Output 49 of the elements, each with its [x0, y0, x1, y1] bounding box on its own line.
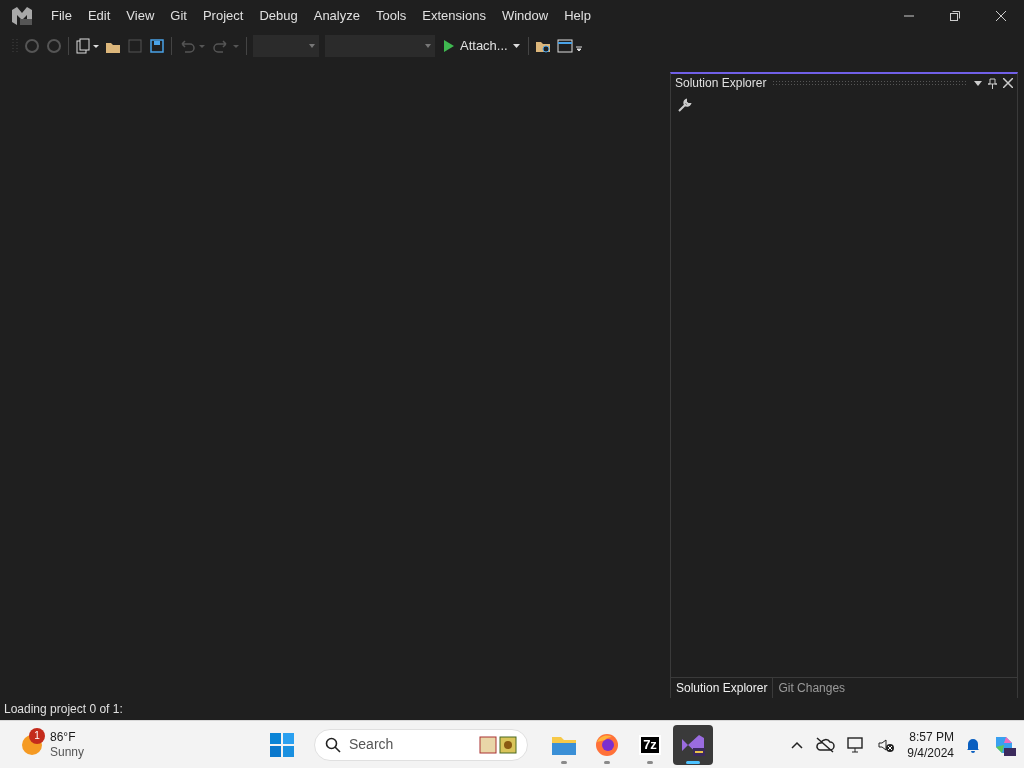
- browser-icon: [595, 732, 619, 757]
- taskbar-app[interactable]: 7z: [630, 724, 670, 765]
- temperature: 86°F: [50, 729, 77, 745]
- app-logo-icon: [11, 6, 33, 26]
- restore-icon[interactable]: [950, 11, 960, 21]
- chevron-up-icon[interactable]: [791, 740, 804, 749]
- network-icon[interactable]: [847, 736, 866, 753]
- search-icon: [325, 736, 341, 753]
- menu-item[interactable]: Tools: [367, 6, 415, 26]
- close-icon[interactable]: [1003, 78, 1013, 88]
- menu-item[interactable]: Git: [162, 6, 195, 26]
- caret-icon: [425, 44, 431, 48]
- menu-item[interactable]: Analyze: [305, 6, 368, 26]
- new-item-icon[interactable]: [75, 38, 99, 54]
- menu-item[interactable]: Edit: [79, 6, 119, 26]
- status-text: Loading project 0 of 1:: [4, 701, 123, 718]
- bell-icon[interactable]: [966, 736, 980, 753]
- dropdown-icon[interactable]: [974, 80, 982, 86]
- notification-badge: 1: [29, 727, 45, 744]
- pin-icon[interactable]: [988, 77, 997, 89]
- menu-item[interactable]: Window: [493, 6, 557, 26]
- ide-icon: [680, 732, 706, 757]
- menu-item[interactable]: Extensions: [414, 6, 494, 26]
- menu-item[interactable]: Debug: [251, 6, 306, 26]
- search-highlight-drawing: [479, 735, 517, 754]
- panel-title: Solution Explorer: [675, 75, 767, 92]
- archiver-icon: 7z: [639, 734, 661, 755]
- clock-time[interactable]: 8:57 PM: [909, 728, 954, 745]
- search-box[interactable]: Search: [314, 728, 528, 761]
- caret-icon: [512, 44, 520, 48]
- clock-date[interactable]: 9/4/2024: [907, 744, 954, 761]
- play-icon: [443, 39, 455, 53]
- menu-item[interactable]: Project: [194, 6, 252, 26]
- panel-tab[interactable]: Git Changes: [773, 678, 851, 698]
- save-all-icon[interactable]: [149, 38, 165, 54]
- taskbar-app[interactable]: [673, 724, 713, 765]
- cloud-off-icon[interactable]: [815, 736, 836, 753]
- search-input[interactable]: Search: [349, 734, 471, 755]
- menu-item[interactable]: File: [43, 6, 80, 26]
- menu-item[interactable]: Help: [556, 6, 599, 26]
- weather-condition: Sunny: [50, 744, 85, 760]
- wrench-icon[interactable]: [678, 98, 692, 112]
- volume-muted-icon[interactable]: [877, 736, 896, 753]
- caret-icon: [309, 44, 315, 48]
- attach-button[interactable]: Attach...: [441, 36, 522, 56]
- start-icon[interactable]: [270, 732, 294, 757]
- window-layout-icon[interactable]: [556, 38, 583, 54]
- menu-item[interactable]: View: [118, 6, 163, 26]
- close-icon[interactable]: [996, 11, 1006, 21]
